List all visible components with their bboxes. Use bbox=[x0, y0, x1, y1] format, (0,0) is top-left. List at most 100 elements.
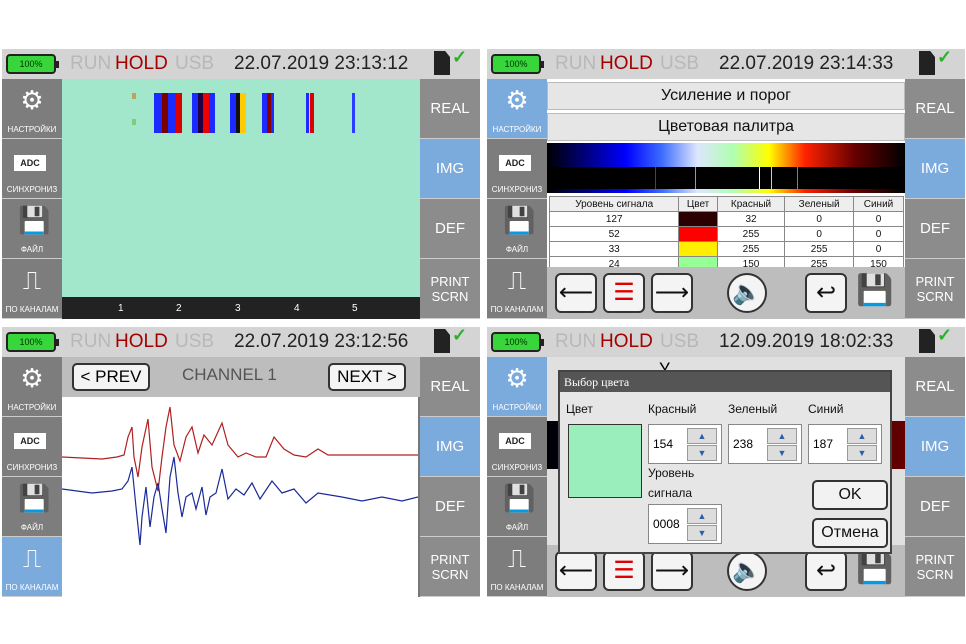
next-button[interactable]: NEXT > bbox=[328, 363, 406, 391]
arrow-left-icon: ⟵ bbox=[558, 279, 594, 306]
undo-button[interactable]: ↩ bbox=[805, 551, 847, 591]
def-button[interactable]: DEF bbox=[905, 477, 965, 537]
save-button[interactable]: 💾 bbox=[853, 549, 897, 593]
floppy-icon: 💾 bbox=[503, 205, 536, 235]
print-screen-button[interactable]: PRINT SCRN bbox=[420, 537, 480, 597]
real-button[interactable]: REAL bbox=[420, 357, 480, 417]
arrow-right-button[interactable]: ⟶ bbox=[651, 273, 693, 313]
prev-button[interactable]: < PREV bbox=[72, 363, 150, 391]
channels-button[interactable]: ⎍ ПО КАНАЛАМ bbox=[2, 259, 62, 319]
arrow-right-button[interactable]: ⟶ bbox=[651, 551, 693, 591]
chevron-up-icon[interactable]: ▲ bbox=[687, 428, 717, 444]
arrow-left-button[interactable]: ⟵ bbox=[555, 551, 597, 591]
tick-label: 3 bbox=[235, 303, 241, 314]
table-row[interactable]: 52 255 0 0 bbox=[548, 226, 904, 242]
sync-button[interactable]: ADC СИНХРОНИЗ bbox=[2, 139, 62, 199]
table-row[interactable]: 127 32 0 0 bbox=[548, 211, 904, 227]
arrow-left-icon: ⟵ bbox=[558, 557, 594, 584]
palette-marker[interactable] bbox=[797, 167, 798, 189]
file-button[interactable]: 💾 ФАЙЛ bbox=[2, 477, 62, 537]
toolbar: ⟵ ☰ ⟶ 🔈 ↩ 💾 bbox=[547, 267, 905, 319]
file-button[interactable]: 💾 ФАЙЛ bbox=[487, 477, 547, 537]
level-cell: 127 bbox=[548, 211, 680, 227]
arrow-left-button[interactable]: ⟵ bbox=[555, 273, 597, 313]
img-button[interactable]: IMG bbox=[905, 139, 965, 199]
chevron-down-icon[interactable]: ▼ bbox=[767, 445, 797, 461]
column-header[interactable]: Уровень сигнала bbox=[548, 196, 680, 212]
print-screen-button[interactable]: PRINT SCRN bbox=[420, 259, 480, 319]
save-button[interactable]: 💾 bbox=[853, 271, 897, 315]
table-row[interactable]: 33 255 255 0 bbox=[548, 241, 904, 257]
sync-button[interactable]: ADC СИНХРОНИЗ bbox=[2, 417, 62, 477]
speaker-icon: 🔈 bbox=[732, 557, 762, 584]
chevron-down-icon[interactable]: ▼ bbox=[687, 525, 717, 541]
sd-card-icon bbox=[434, 329, 450, 353]
palette-marker[interactable] bbox=[771, 167, 772, 189]
status-bar: 100% RUN HOLD USB 22.07.2019 23:14:33 ✓ bbox=[487, 47, 965, 79]
arrow-right-icon: ⟶ bbox=[654, 279, 690, 306]
print-screen-button[interactable]: PRINT SCRN bbox=[905, 537, 965, 597]
def-button[interactable]: DEF bbox=[905, 199, 965, 259]
def-button[interactable]: DEF bbox=[420, 477, 480, 537]
sound-button[interactable]: 🔈 bbox=[727, 273, 767, 313]
waveform-icon: ⎍ bbox=[22, 543, 42, 573]
settings-button[interactable]: ⚙ НАСТРОЙКИ bbox=[2, 79, 62, 139]
chevron-down-icon[interactable]: ▼ bbox=[847, 445, 877, 461]
def-button[interactable]: DEF bbox=[420, 199, 480, 259]
checkmark-icon: ✓ bbox=[452, 325, 468, 345]
level-spinbox[interactable]: 0008 ▲ ▼ bbox=[648, 504, 722, 544]
chevron-up-icon[interactable]: ▲ bbox=[767, 428, 797, 444]
remove-row-button[interactable]: ☰ bbox=[603, 551, 645, 591]
real-button[interactable]: REAL bbox=[905, 357, 965, 417]
green-spinbox[interactable]: 238 ▲ ▼ bbox=[728, 424, 802, 464]
settings-button[interactable]: ⚙ НАСТРОЙКИ bbox=[487, 79, 547, 139]
settings-label: НАСТРОЙКИ bbox=[492, 403, 542, 412]
file-label: ФАЙЛ bbox=[20, 245, 44, 254]
palette-marker[interactable] bbox=[695, 167, 696, 189]
print-label: PRINT bbox=[915, 274, 955, 289]
real-button[interactable]: REAL bbox=[905, 79, 965, 139]
real-button[interactable]: REAL bbox=[420, 79, 480, 139]
sd-card-icon bbox=[919, 329, 935, 353]
gear-icon: ⚙ bbox=[20, 85, 44, 115]
settings-button[interactable]: ⚙ НАСТРОЙКИ bbox=[487, 357, 547, 417]
column-header: Синий bbox=[853, 196, 904, 212]
blue-spinbox[interactable]: 187 ▲ ▼ bbox=[808, 424, 882, 464]
color-cell[interactable] bbox=[678, 226, 718, 242]
img-button[interactable]: IMG bbox=[905, 417, 965, 477]
scrn-label: SCRN bbox=[916, 289, 954, 304]
gain-threshold-button[interactable]: Усиление и порог bbox=[547, 82, 905, 110]
chevron-up-icon[interactable]: ▲ bbox=[847, 428, 877, 444]
channels-button[interactable]: ⎍ ПО КАНАЛАМ bbox=[487, 259, 547, 319]
channels-button[interactable]: ⎍ ПО КАНАЛАМ bbox=[2, 537, 62, 597]
channels-button[interactable]: ⎍ ПО КАНАЛАМ bbox=[487, 537, 547, 597]
img-button[interactable]: IMG bbox=[420, 139, 480, 199]
color-cell[interactable] bbox=[678, 241, 718, 257]
sync-button[interactable]: ADC СИНХРОНИЗ bbox=[487, 139, 547, 199]
sound-button[interactable]: 🔈 bbox=[727, 551, 767, 591]
red-spinbox[interactable]: 154 ▲ ▼ bbox=[648, 424, 722, 464]
img-button[interactable]: IMG bbox=[420, 417, 480, 477]
datetime: 12.09.2019 18:02:33 bbox=[719, 331, 894, 352]
sync-label: СИНХРОНИЗ bbox=[6, 185, 58, 194]
file-button[interactable]: 💾 ФАЙЛ bbox=[2, 199, 62, 259]
floppy-icon: 💾 bbox=[18, 483, 51, 513]
panel-palette-settings: 100% RUN HOLD USB 22.07.2019 23:14:33 ✓ … bbox=[487, 47, 965, 319]
palette-marker[interactable] bbox=[759, 167, 760, 189]
settings-button[interactable]: ⚙ НАСТРОЙКИ bbox=[2, 357, 62, 417]
print-screen-button[interactable]: PRINT SCRN bbox=[905, 259, 965, 319]
channel-header: < PREV CHANNEL 1 NEXT > bbox=[62, 357, 420, 397]
remove-row-button[interactable]: ☰ bbox=[603, 273, 645, 313]
palette-marker[interactable] bbox=[655, 167, 656, 189]
color-palette-button[interactable]: Цветовая палитра bbox=[547, 113, 905, 141]
ok-button[interactable]: OK bbox=[812, 480, 888, 510]
color-cell[interactable] bbox=[678, 211, 718, 227]
file-button[interactable]: 💾 ФАЙЛ bbox=[487, 199, 547, 259]
chevron-down-icon[interactable]: ▼ bbox=[687, 445, 717, 461]
floppy-icon: 💾 bbox=[856, 552, 894, 585]
undo-button[interactable]: ↩ bbox=[805, 273, 847, 313]
list-remove-icon: ☰ bbox=[613, 557, 635, 584]
sync-button[interactable]: ADC СИНХРОНИЗ bbox=[487, 417, 547, 477]
chevron-up-icon[interactable]: ▲ bbox=[687, 508, 717, 524]
cancel-button[interactable]: Отмена bbox=[812, 518, 888, 548]
